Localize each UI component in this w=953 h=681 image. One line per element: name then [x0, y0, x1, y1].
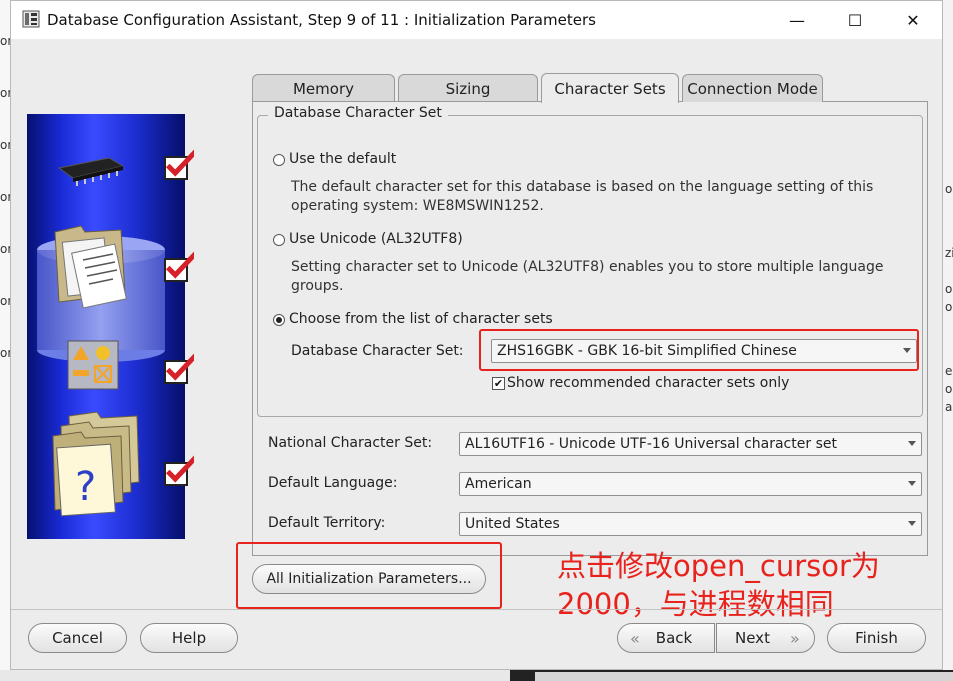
- chevron-down-icon: [908, 481, 916, 486]
- chevron-left-icon: «: [630, 628, 640, 648]
- background-text: o: [945, 182, 953, 196]
- maximize-button[interactable]: ☐: [826, 1, 884, 39]
- cancel-button[interactable]: Cancel: [28, 623, 127, 653]
- step-complete-checkbox-icon: [164, 353, 194, 384]
- svg-text:?: ?: [75, 464, 96, 510]
- background-text: or: [0, 34, 10, 48]
- back-label: Back: [655, 629, 693, 647]
- default-language-value: American: [465, 476, 532, 492]
- background-text: or: [0, 86, 10, 100]
- default-description: The default character set for this datab…: [291, 179, 874, 214]
- tab-memory[interactable]: Memory: [252, 74, 395, 102]
- background-window-left: [0, 0, 10, 681]
- annotation-line: 2000，与进程数相同: [557, 587, 834, 621]
- background-text: a: [945, 400, 953, 414]
- step-complete-checkbox-icon: [164, 149, 194, 180]
- footer-separator: [11, 609, 942, 610]
- help-button[interactable]: Help: [140, 623, 238, 653]
- background-text: or: [0, 294, 10, 308]
- highlight-box: [479, 329, 919, 371]
- annotation-text: 点击修改open_cursor为 2000，与进程数相同: [557, 547, 937, 623]
- window-title: Database Configuration Assistant, Step 9…: [47, 11, 596, 29]
- default-language-select[interactable]: American: [459, 472, 922, 496]
- group-title: Database Character Set: [268, 105, 448, 121]
- next-button[interactable]: Next »: [716, 623, 815, 653]
- folder-documents-icon: [54, 225, 127, 309]
- background-text: or: [0, 138, 10, 152]
- step-complete-checkbox-icon: [164, 251, 194, 282]
- finish-button[interactable]: Finish: [827, 623, 926, 653]
- use-default-label[interactable]: Use the default: [289, 151, 396, 167]
- background-text: o: [945, 382, 953, 396]
- national-charset-select[interactable]: AL16UTF16 - Unicode UTF-16 Universal cha…: [459, 432, 922, 456]
- choose-list-radio[interactable]: [273, 314, 285, 326]
- use-unicode-radio[interactable]: [273, 234, 285, 246]
- tab-character-sets[interactable]: Character Sets: [541, 73, 679, 103]
- default-language-label: Default Language:: [268, 475, 398, 491]
- close-button[interactable]: ✕: [884, 1, 942, 39]
- chevron-right-icon: »: [789, 628, 800, 648]
- choose-list-label[interactable]: Choose from the list of character sets: [289, 311, 553, 327]
- help-documents-icon: ?: [52, 412, 140, 517]
- tab-connection-mode[interactable]: Connection Mode: [682, 74, 823, 102]
- background-text: or: [0, 190, 10, 204]
- memory-chip-icon: [57, 157, 125, 186]
- back-button[interactable]: « Back: [617, 623, 715, 653]
- background-text: or: [0, 346, 10, 360]
- shapes-template-icon: [67, 340, 119, 390]
- national-charset-label: National Character Set:: [268, 435, 433, 451]
- background-text: e: [945, 364, 953, 378]
- next-label: Next: [735, 629, 770, 647]
- dbca-window: Database Configuration Assistant, Step 9…: [10, 0, 943, 670]
- default-territory-label: Default Territory:: [268, 515, 386, 531]
- minimize-button[interactable]: —: [768, 1, 826, 39]
- default-territory-value: United States: [465, 516, 560, 532]
- background-text: or: [0, 242, 10, 256]
- dbca-app-icon: [22, 10, 40, 28]
- wizard-illustration-panel: ?: [27, 114, 194, 539]
- background-text: o: [945, 282, 953, 296]
- default-territory-select[interactable]: United States: [459, 512, 922, 536]
- highlight-box: [236, 542, 502, 609]
- national-charset-value: AL16UTF16 - Unicode UTF-16 Universal cha…: [465, 436, 837, 452]
- unicode-description: Setting character set to Unicode (AL32UT…: [291, 259, 884, 294]
- background-taskbar-fragment: [535, 672, 953, 681]
- show-recommended-checkbox[interactable]: ✔: [492, 377, 505, 390]
- show-recommended-label[interactable]: Show recommended character sets only: [507, 375, 789, 391]
- use-unicode-label[interactable]: Use Unicode (AL32UTF8): [289, 231, 463, 247]
- chevron-down-icon: [908, 441, 916, 446]
- chevron-down-icon: [908, 521, 916, 526]
- use-default-radio[interactable]: [273, 154, 285, 166]
- annotation-line: 点击修改open_cursor为: [557, 549, 880, 583]
- title-bar: Database Configuration Assistant, Step 9…: [11, 1, 942, 39]
- background-window-right: [943, 0, 953, 681]
- step-complete-checkbox-icon: [164, 455, 194, 486]
- background-text: o: [945, 300, 953, 314]
- db-charset-label: Database Character Set:: [291, 343, 464, 359]
- background-text: zi: [945, 246, 953, 260]
- tab-sizing[interactable]: Sizing: [398, 74, 538, 102]
